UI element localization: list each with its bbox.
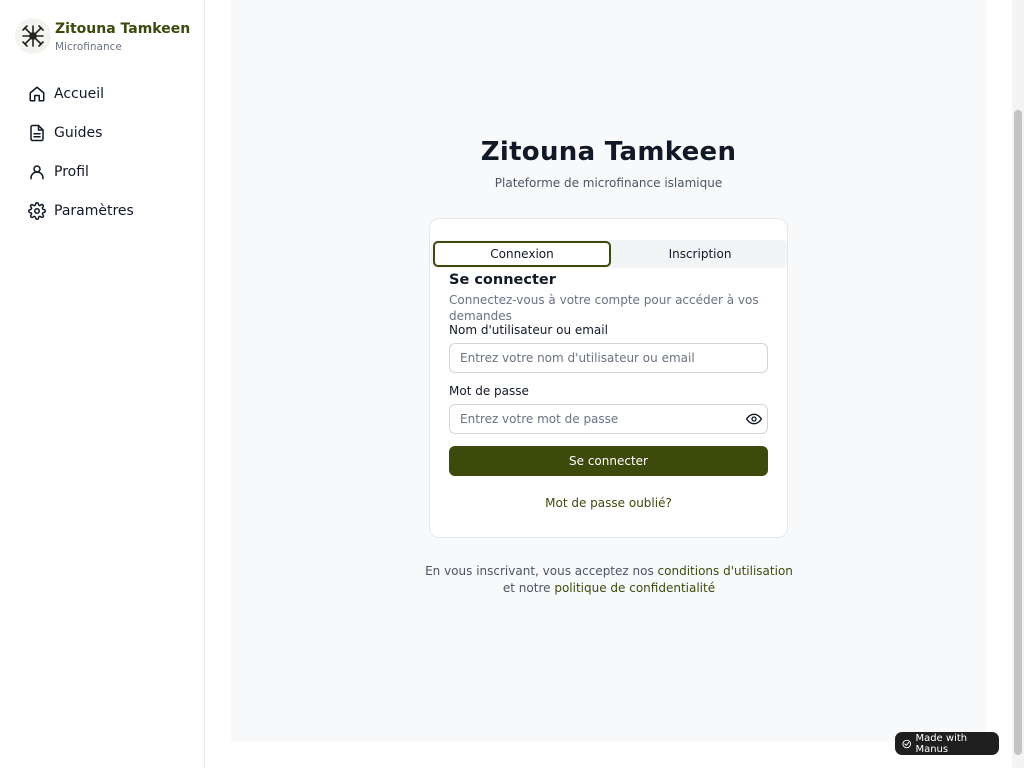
sidebar-nav: Accueil Guides Profil Paramètres (28, 84, 134, 240)
brand-name: Zitouna Tamkeen (55, 21, 191, 37)
tree-logo-icon (15, 18, 51, 54)
terms-prefix: En vous inscrivant, vous acceptez nos (425, 564, 658, 578)
made-with-manus-badge[interactable]: Made with Manus (895, 732, 999, 755)
terms-middle: et notre (502, 581, 555, 595)
tab-inscription[interactable]: Inscription (613, 240, 787, 268)
sidebar-item-label: Guides (54, 125, 103, 141)
sidebar-item-label: Paramètres (54, 203, 134, 219)
eye-icon[interactable] (746, 411, 762, 427)
password-input[interactable] (449, 404, 768, 434)
sidebar: Zitouna Tamkeen Microfinance Accueil Gui… (0, 0, 205, 768)
sidebar-item-profil[interactable]: Profil (28, 162, 134, 182)
sidebar-item-accueil[interactable]: Accueil (28, 84, 134, 104)
privacy-policy-link[interactable]: politique de confidentialité (554, 581, 715, 595)
brand[interactable]: Zitouna Tamkeen Microfinance (15, 18, 190, 54)
terms-notice: En vous inscrivant, vous acceptez nos co… (420, 563, 798, 597)
user-icon (30, 165, 44, 180)
page-subtitle: Plateforme de microfinance islamique (494, 176, 723, 190)
home-icon (29, 86, 45, 102)
page-scrollbar[interactable] (1012, 0, 1024, 768)
login-title: Se connecter (449, 272, 556, 288)
password-label: Mot de passe (449, 384, 529, 398)
login-card: Connexion Inscription Se connecter Conne… (429, 218, 788, 538)
forgot-password-link[interactable]: Mot de passe oublié? (430, 496, 787, 510)
sidebar-item-label: Accueil (54, 86, 104, 102)
sidebar-item-parametres[interactable]: Paramètres (28, 201, 134, 221)
brand-subtitle: Microfinance (55, 41, 122, 53)
gear-icon (28, 202, 46, 220)
auth-tabs: Connexion Inscription (431, 240, 787, 268)
manus-logo-icon (902, 739, 912, 748)
username-input[interactable] (449, 343, 768, 373)
login-submit-button[interactable]: Se connecter (449, 446, 768, 476)
terms-of-use-link[interactable]: conditions d'utilisation (658, 564, 793, 578)
tab-connexion[interactable]: Connexion (433, 241, 611, 267)
document-icon (30, 124, 44, 142)
sidebar-item-label: Profil (54, 164, 89, 180)
page-title: Zitouna Tamkeen (480, 137, 737, 167)
login-description: Connectez-vous à votre compte pour accéd… (449, 293, 759, 323)
username-label: Nom d'utilisateur ou email (449, 323, 608, 337)
scrollbar-thumb[interactable] (1014, 110, 1022, 755)
badge-label: Made with Manus (915, 732, 968, 755)
sidebar-item-guides[interactable]: Guides (28, 123, 134, 143)
